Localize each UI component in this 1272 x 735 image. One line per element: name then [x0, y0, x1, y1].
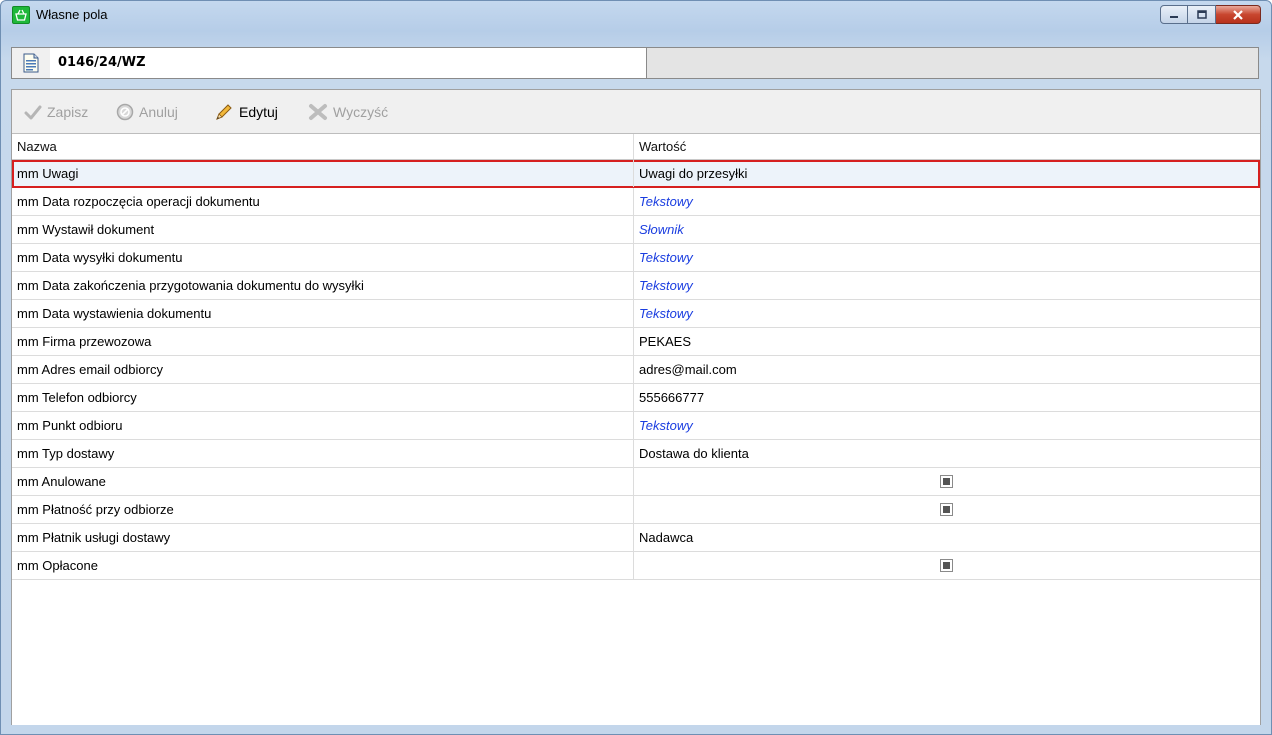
toolbar: Zapisz Anuluj Edytuj Wyczyść — [12, 90, 1260, 132]
pencil-icon — [214, 102, 234, 122]
field-value-cell[interactable]: 555666777 — [634, 384, 1260, 411]
document-bar: 0146/24/WZ — [11, 47, 1259, 79]
table-row[interactable]: mm Typ dostawy Dostawa do klienta — [12, 440, 1260, 468]
field-value-cell[interactable]: Tekstowy — [634, 272, 1260, 299]
table-row[interactable]: mm Adres email odbiorcy adres@mail.com — [12, 356, 1260, 384]
edit-button[interactable]: Edytuj — [214, 102, 278, 122]
field-name-cell: mm Anulowane — [12, 468, 634, 495]
table-row[interactable]: mm Data zakończenia przygotowania dokume… — [12, 272, 1260, 300]
save-label: Zapisz — [47, 104, 89, 120]
cancel-circle-icon — [116, 103, 134, 121]
clear-label: Wyczyść — [333, 104, 389, 120]
table-row[interactable]: mm Anulowane — [12, 468, 1260, 496]
minimize-icon — [1170, 15, 1178, 18]
field-name-cell: mm Adres email odbiorcy — [12, 356, 634, 383]
table-row[interactable]: mm Data wystawienia dokumentu Tekstowy — [12, 300, 1260, 328]
field-value-cell[interactable]: Tekstowy — [634, 244, 1260, 271]
field-name-cell: mm Uwagi — [12, 160, 634, 187]
document-number: 0146/24/WZ — [50, 48, 647, 78]
minimize-button[interactable] — [1160, 5, 1188, 24]
field-name-cell: mm Data rozpoczęcia operacji dokumentu — [12, 188, 634, 215]
maximize-button[interactable] — [1188, 5, 1216, 24]
clear-x-icon — [308, 103, 328, 121]
grid-header: Nazwa Wartość — [12, 134, 1260, 160]
field-value-cell[interactable]: Nadawca — [634, 524, 1260, 551]
field-name-cell: mm Telefon odbiorcy — [12, 384, 634, 411]
field-value-cell[interactable]: Uwagi do przesyłki — [634, 160, 1260, 187]
field-value-cell[interactable]: Tekstowy — [634, 412, 1260, 439]
window: Własne pola 0146/24/WZ Zapisz Anuluj Edy… — [0, 0, 1272, 735]
field-value-cell[interactable]: Tekstowy — [634, 300, 1260, 327]
field-name-cell: mm Typ dostawy — [12, 440, 634, 467]
table-row[interactable]: mm Telefon odbiorcy 555666777 — [12, 384, 1260, 412]
table-row[interactable]: mm Płatnik usługi dostawy Nadawca — [12, 524, 1260, 552]
clear-button[interactable]: Wyczyść — [308, 102, 388, 122]
table-row[interactable]: mm Opłacone — [12, 552, 1260, 580]
field-name-cell: mm Data wystawienia dokumentu — [12, 300, 634, 327]
close-button[interactable] — [1216, 5, 1261, 24]
cancel-button[interactable]: Anuluj — [116, 102, 178, 122]
close-icon — [1233, 9, 1243, 20]
field-name-cell: mm Data zakończenia przygotowania dokume… — [12, 272, 634, 299]
table-row[interactable]: mm Wystawił dokument Słownik — [12, 216, 1260, 244]
field-name-cell: mm Płatnik usługi dostawy — [12, 524, 634, 551]
maximize-icon — [1196, 9, 1207, 19]
field-value-cell[interactable] — [634, 468, 1260, 495]
table-row[interactable]: mm Uwagi Uwagi do przesyłki — [12, 160, 1260, 188]
app-basket-icon — [12, 6, 30, 24]
field-value-cell[interactable]: Tekstowy — [634, 188, 1260, 215]
custom-fields-grid: Nazwa Wartość mm Uwagi Uwagi do przesyłki… — [12, 133, 1260, 725]
table-row[interactable]: mm Punkt odbioru Tekstowy — [12, 412, 1260, 440]
save-button[interactable]: Zapisz — [24, 102, 88, 122]
field-name-cell: mm Opłacone — [12, 552, 634, 579]
document-icon — [23, 53, 39, 73]
field-value-cell[interactable] — [634, 496, 1260, 523]
cancel-label: Anuluj — [139, 104, 178, 120]
field-name-cell: mm Płatność przy odbiorze — [12, 496, 634, 523]
column-header-value[interactable]: Wartość — [634, 134, 1260, 159]
table-row[interactable]: mm Data wysyłki dokumentu Tekstowy — [12, 244, 1260, 272]
window-controls — [1160, 5, 1261, 24]
custom-fields-panel: Zapisz Anuluj Edytuj Wyczyść Nazwa Warto… — [11, 89, 1261, 725]
field-value-cell[interactable]: Dostawa do klienta — [634, 440, 1260, 467]
window-title: Własne pola — [36, 7, 108, 22]
field-value-cell[interactable]: PEKAES — [634, 328, 1260, 355]
table-row[interactable]: mm Firma przewozowa PEKAES — [12, 328, 1260, 356]
table-row[interactable]: mm Data rozpoczęcia operacji dokumentu Te… — [12, 188, 1260, 216]
checkmark-icon — [24, 104, 42, 120]
table-row[interactable]: mm Płatność przy odbiorze — [12, 496, 1260, 524]
field-value-cell[interactable]: Słownik — [634, 216, 1260, 243]
title-bar[interactable]: Własne pola — [1, 1, 1271, 29]
column-header-name[interactable]: Nazwa — [12, 134, 634, 159]
field-name-cell: mm Firma przewozowa — [12, 328, 634, 355]
field-name-cell: mm Wystawił dokument — [12, 216, 634, 243]
field-name-cell: mm Punkt odbioru — [12, 412, 634, 439]
document-icon-cell — [12, 48, 51, 78]
grid-rows: mm Uwagi Uwagi do przesyłki mm Data rozpoc… — [12, 160, 1260, 580]
field-value-cell[interactable]: adres@mail.com — [634, 356, 1260, 383]
field-value-cell[interactable] — [634, 552, 1260, 579]
field-name-cell: mm Data wysyłki dokumentu — [12, 244, 634, 271]
edit-label: Edytuj — [239, 104, 278, 120]
